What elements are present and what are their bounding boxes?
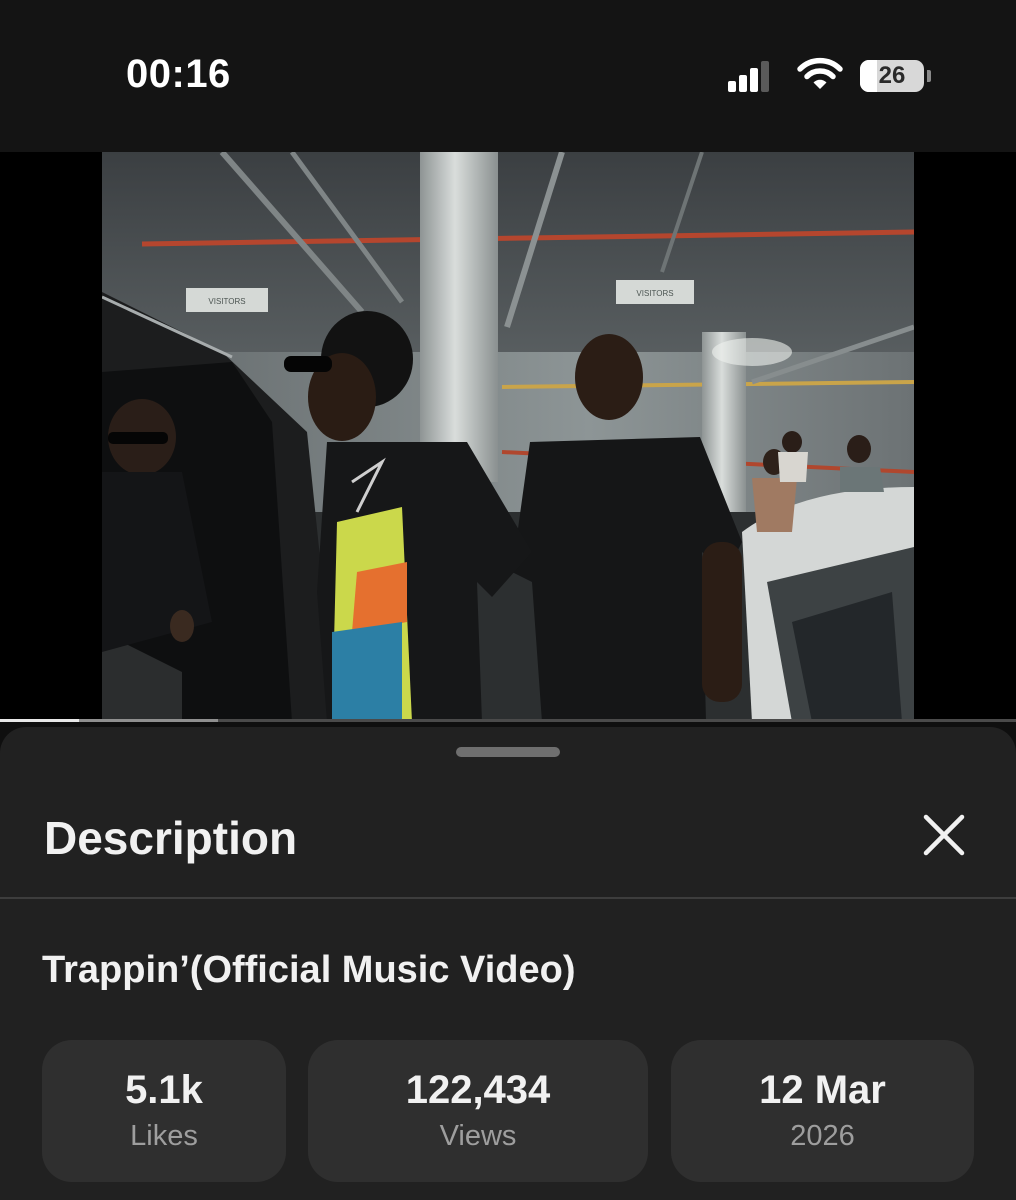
battery-level: 26 — [878, 62, 906, 89]
cellular-signal-icon — [728, 60, 770, 92]
description-sheet: Description Trappin’(Official Music Vide… — [0, 727, 1016, 1200]
progress-played — [0, 719, 80, 722]
views-count: 122,434 — [405, 1068, 551, 1112]
likes-stat: 5.1k Likes — [42, 1040, 286, 1182]
visitors-sign-left: VISITORS — [208, 297, 245, 306]
publish-year: 2026 — [790, 1120, 855, 1152]
video-title: Trappin’(Official Music Video) — [42, 949, 576, 991]
battery-cap — [927, 70, 931, 82]
date-stat: 12 Mar 2026 — [671, 1040, 974, 1182]
likes-count: 5.1k — [125, 1068, 203, 1112]
likes-label: Likes — [130, 1120, 198, 1152]
video-player[interactable]: VISITORS VISITORS — [0, 152, 1016, 722]
battery-icon: 26 — [860, 60, 924, 92]
status-bar: 00:16 26 — [0, 0, 1016, 152]
publish-date: 12 Mar — [759, 1068, 886, 1112]
visitors-sign-right: VISITORS — [636, 289, 673, 298]
wifi-icon — [797, 57, 843, 89]
close-icon[interactable] — [918, 809, 970, 861]
sheet-drag-handle[interactable] — [456, 747, 560, 757]
views-label: Views — [439, 1120, 517, 1152]
views-stat: 122,434 Views — [308, 1040, 648, 1182]
progress-bar[interactable] — [0, 719, 1016, 722]
status-time: 00:16 — [126, 52, 231, 96]
video-frame: VISITORS VISITORS — [102, 152, 914, 722]
description-heading: Description — [44, 812, 298, 864]
divider — [0, 897, 1016, 899]
